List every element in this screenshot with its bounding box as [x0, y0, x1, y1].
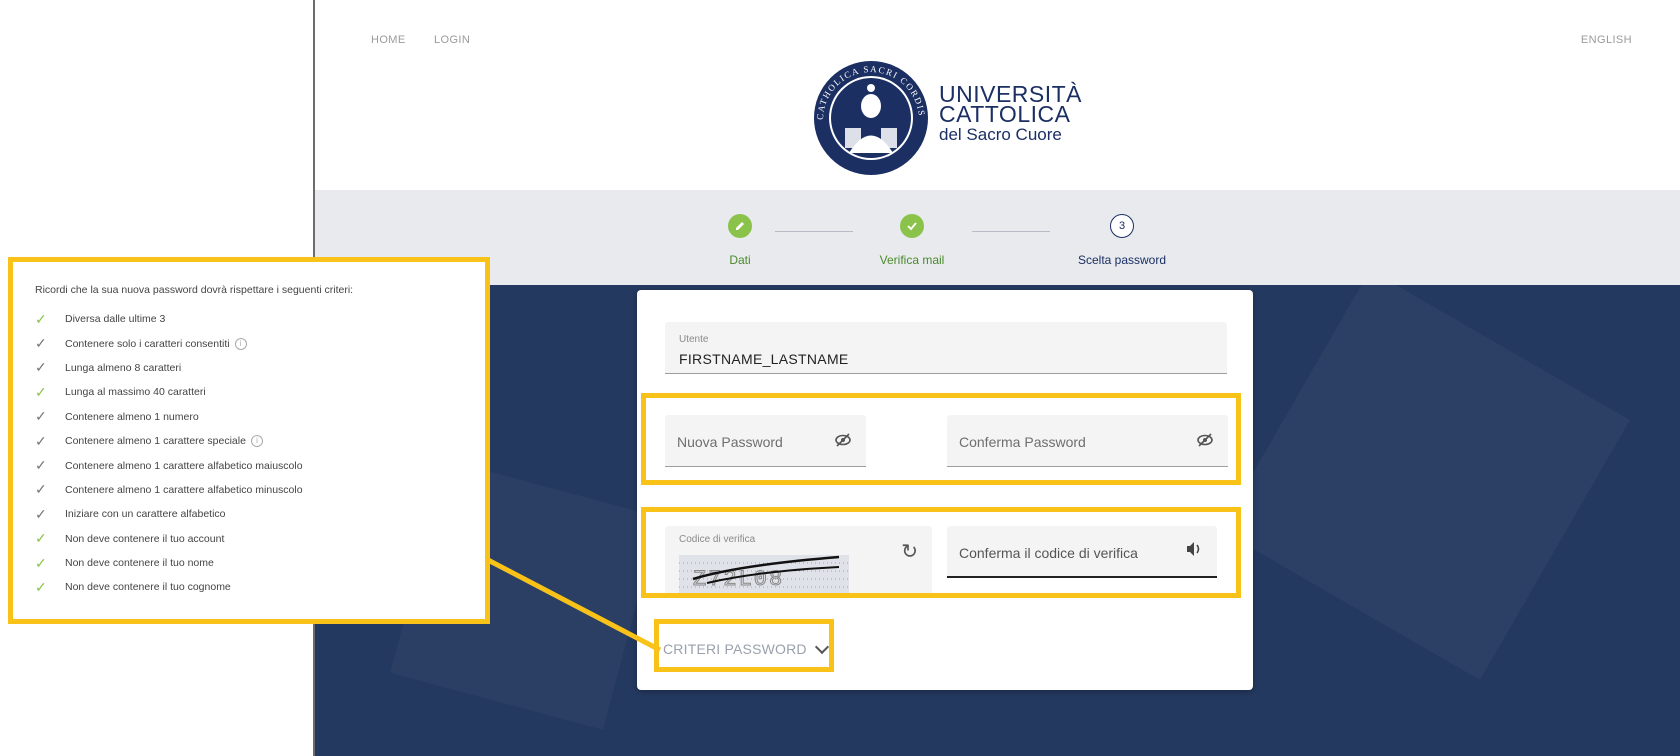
criteria-item-text: Lunga almeno 8 caratteri [65, 361, 182, 374]
criteria-list: ✓ Diversa dalle ultime 3 ✓ Contenere solo i… [35, 307, 485, 600]
nav-home-link[interactable]: HOME [371, 34, 406, 46]
criteria-item-text: Lunga al massimo 40 caratteri [65, 386, 206, 399]
criteria-item: ✓ Lunga al massimo 40 caratteri [35, 380, 485, 404]
step-number-badge: 3 [1110, 214, 1134, 238]
check-icon: ✓ [35, 432, 47, 449]
step-label: Dati [729, 253, 751, 267]
check-icon: ✓ [35, 457, 47, 474]
criteria-item-text: Non deve contenere il tuo nome [65, 557, 214, 570]
check-icon: ✓ [35, 481, 47, 498]
university-logo: CATHOLICA SACRI CORDIS UNIVERSITÀ CATTOL… [811, 58, 1151, 178]
highlight-criteria-toggle [654, 619, 834, 672]
language-switch-link[interactable]: ENGLISH [1581, 34, 1632, 46]
password-criteria-panel: Ricordi che la sua nuova password dovrà … [8, 257, 490, 624]
criteria-item: ✓ Contenere solo i caratteri consentiti i [35, 331, 485, 355]
logo-line-2: CATTOLICA [939, 101, 1071, 127]
user-field-value: FIRSTNAME_LASTNAME [679, 351, 849, 367]
info-icon[interactable]: i [234, 337, 247, 350]
check-icon [900, 214, 924, 238]
nav-login-link[interactable]: LOGIN [434, 34, 470, 46]
pencil-icon [728, 214, 752, 238]
check-icon: ✓ [35, 505, 47, 522]
criteria-item: ✓ Contenere almeno 1 carattere alfabetico… [35, 453, 485, 477]
step-connector [972, 231, 1050, 232]
university-seal-icon: CATHOLICA SACRI CORDIS [814, 61, 928, 175]
university-name: UNIVERSITÀ CATTOLICA del Sacro Cuore [939, 83, 1082, 145]
criteria-item: ✓ Contenere almeno 1 carattere alfabetico… [35, 478, 485, 502]
criteria-item: ✓ Lunga almeno 8 caratteri [35, 356, 485, 380]
top-navigation: HOME LOGIN ENGLISH CATHOLICA SACRI CORDI… [315, 0, 1680, 190]
criteria-item-text: Iniziare con un carattere alfabetico [65, 508, 226, 521]
criteria-item: ✓ Non deve contenere il tuo account [35, 527, 485, 551]
check-icon: ✓ [35, 359, 47, 376]
criteria-item: ✓ Contenere almeno 1 numero [35, 405, 485, 429]
criteria-item-text: Contenere solo i caratteri consentiti [65, 337, 230, 350]
info-icon[interactable]: i [250, 435, 263, 448]
criteria-item: ✓ Non deve contenere il tuo cognome [35, 575, 485, 599]
step-label: Scelta password [1077, 253, 1167, 267]
user-field: Utente FIRSTNAME_LASTNAME [665, 322, 1227, 374]
criteria-item: ✓ Non deve contenere il tuo nome [35, 551, 485, 575]
criteria-item-text: Non deve contenere il tuo account [65, 532, 225, 545]
criteria-item: ✓ Diversa dalle ultime 3 [35, 307, 485, 331]
user-field-label: Utente [679, 334, 709, 345]
step-dati: Dati [670, 214, 810, 267]
criteria-item-text: Contenere almeno 1 numero [65, 410, 199, 423]
check-icon: ✓ [35, 408, 47, 425]
logo-line-3: del Sacro Cuore [939, 125, 1062, 144]
step-label: Verifica mail [879, 253, 945, 267]
step-verifica-mail: Verifica mail [842, 214, 982, 267]
check-icon: ✓ [35, 530, 47, 547]
criteria-item-text: Contenere almeno 1 carattere alfabetico … [65, 483, 303, 496]
check-icon: ✓ [35, 383, 47, 400]
highlight-password-fields [641, 393, 1241, 485]
check-icon: ✓ [35, 554, 47, 571]
criteria-item-text: Non deve contenere il tuo cognome [65, 581, 231, 594]
criteria-item-text: Contenere almeno 1 carattere alfabetico … [65, 459, 303, 472]
check-icon: ✓ [35, 335, 47, 352]
registration-page: HOME LOGIN ENGLISH CATHOLICA SACRI CORDI… [313, 0, 1680, 756]
criteria-item-text: Diversa dalle ultime 3 [65, 313, 166, 326]
step-scelta-password: 3 Scelta password [1052, 214, 1192, 267]
check-icon: ✓ [35, 310, 47, 327]
criteria-item-text: Contenere almeno 1 carattere speciale [65, 435, 246, 448]
criteria-item: ✓ Iniziare con un carattere alfabetico [35, 502, 485, 526]
check-icon: ✓ [35, 578, 47, 595]
criteria-intro: Ricordi che la sua nuova password dovrà … [35, 284, 354, 296]
progress-stepper: Dati Verifica mail 3 Scelta password [315, 190, 1680, 285]
criteria-item: ✓ Contenere almeno 1 carattere speciale i [35, 429, 485, 453]
highlight-captcha-fields [641, 507, 1241, 598]
